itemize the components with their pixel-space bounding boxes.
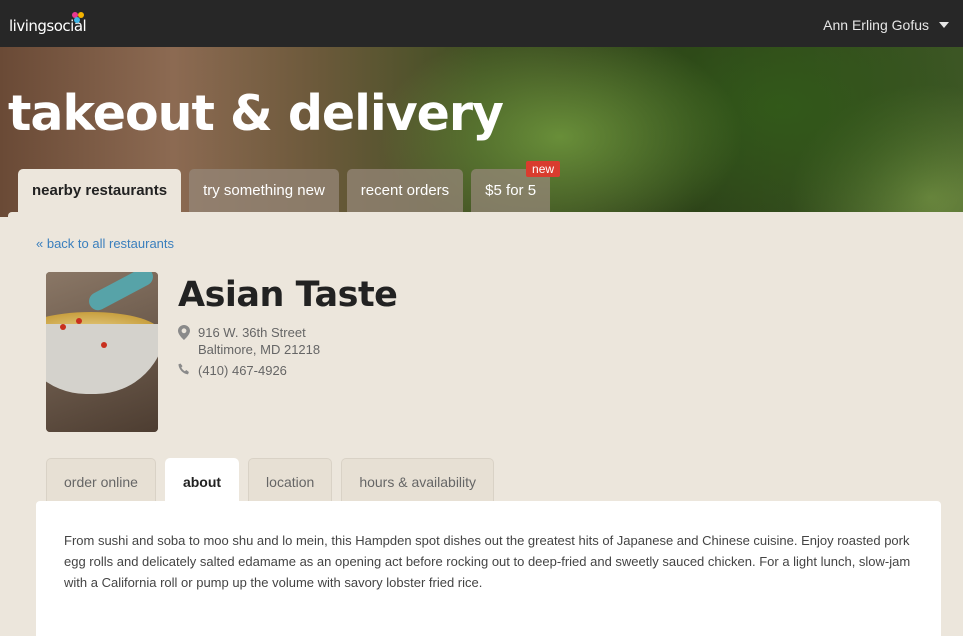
tab-order-online[interactable]: order online	[46, 458, 156, 502]
restaurant-name: Asian Taste	[178, 275, 398, 315]
top-bar: livingsocial Ann Erling Gofus	[0, 0, 963, 47]
phone: (410) 467-4926	[178, 362, 287, 379]
user-name: Ann Erling Gofus	[823, 17, 929, 33]
tab-hours-availability[interactable]: hours & availability	[341, 458, 495, 502]
map-pin-icon	[178, 325, 190, 340]
tab-label: $5 for 5	[485, 182, 537, 199]
restaurant-photo	[46, 272, 158, 432]
tab-try-something-new[interactable]: try something new	[189, 169, 339, 213]
address: 916 W. 36th Street Baltimore, MD 21218	[178, 324, 320, 358]
address-line2: Baltimore, MD 21218	[198, 342, 321, 357]
tab-label: try something new	[203, 182, 325, 199]
main-tabs: nearby restaurants try something new rec…	[18, 161, 561, 213]
phone-number: (410) 467-4926	[198, 363, 287, 378]
restaurant-panel: « back to all restaurants Asian Taste 91…	[8, 212, 963, 636]
tab-about[interactable]: about	[164, 458, 240, 502]
user-menu[interactable]: Ann Erling Gofus	[823, 17, 949, 33]
logo-dot	[74, 17, 80, 23]
livingsocial-logo[interactable]: livingsocial	[9, 12, 89, 36]
caret-down-icon	[939, 22, 949, 28]
about-description: From sushi and soba to moo shu and lo me…	[64, 533, 911, 590]
tab-recent-orders[interactable]: recent orders	[346, 169, 464, 213]
tab-5-for-5[interactable]: $5 for 5 new	[471, 161, 561, 213]
tab-location[interactable]: location	[248, 458, 333, 502]
tab-nearby-restaurants[interactable]: nearby restaurants	[18, 169, 182, 213]
about-section: From sushi and soba to moo shu and lo me…	[36, 501, 941, 636]
new-badge: new	[526, 161, 561, 177]
back-to-restaurants-link[interactable]: « back to all restaurants	[36, 236, 174, 251]
tab-label: recent orders	[360, 182, 450, 199]
phone-icon	[178, 363, 189, 375]
restaurant-tabs: order online about location hours & avai…	[46, 458, 495, 502]
tab-label: nearby restaurants	[32, 182, 168, 199]
page-title: takeout & delivery	[8, 85, 504, 142]
address-line1: 916 W. 36th Street	[198, 325, 306, 340]
